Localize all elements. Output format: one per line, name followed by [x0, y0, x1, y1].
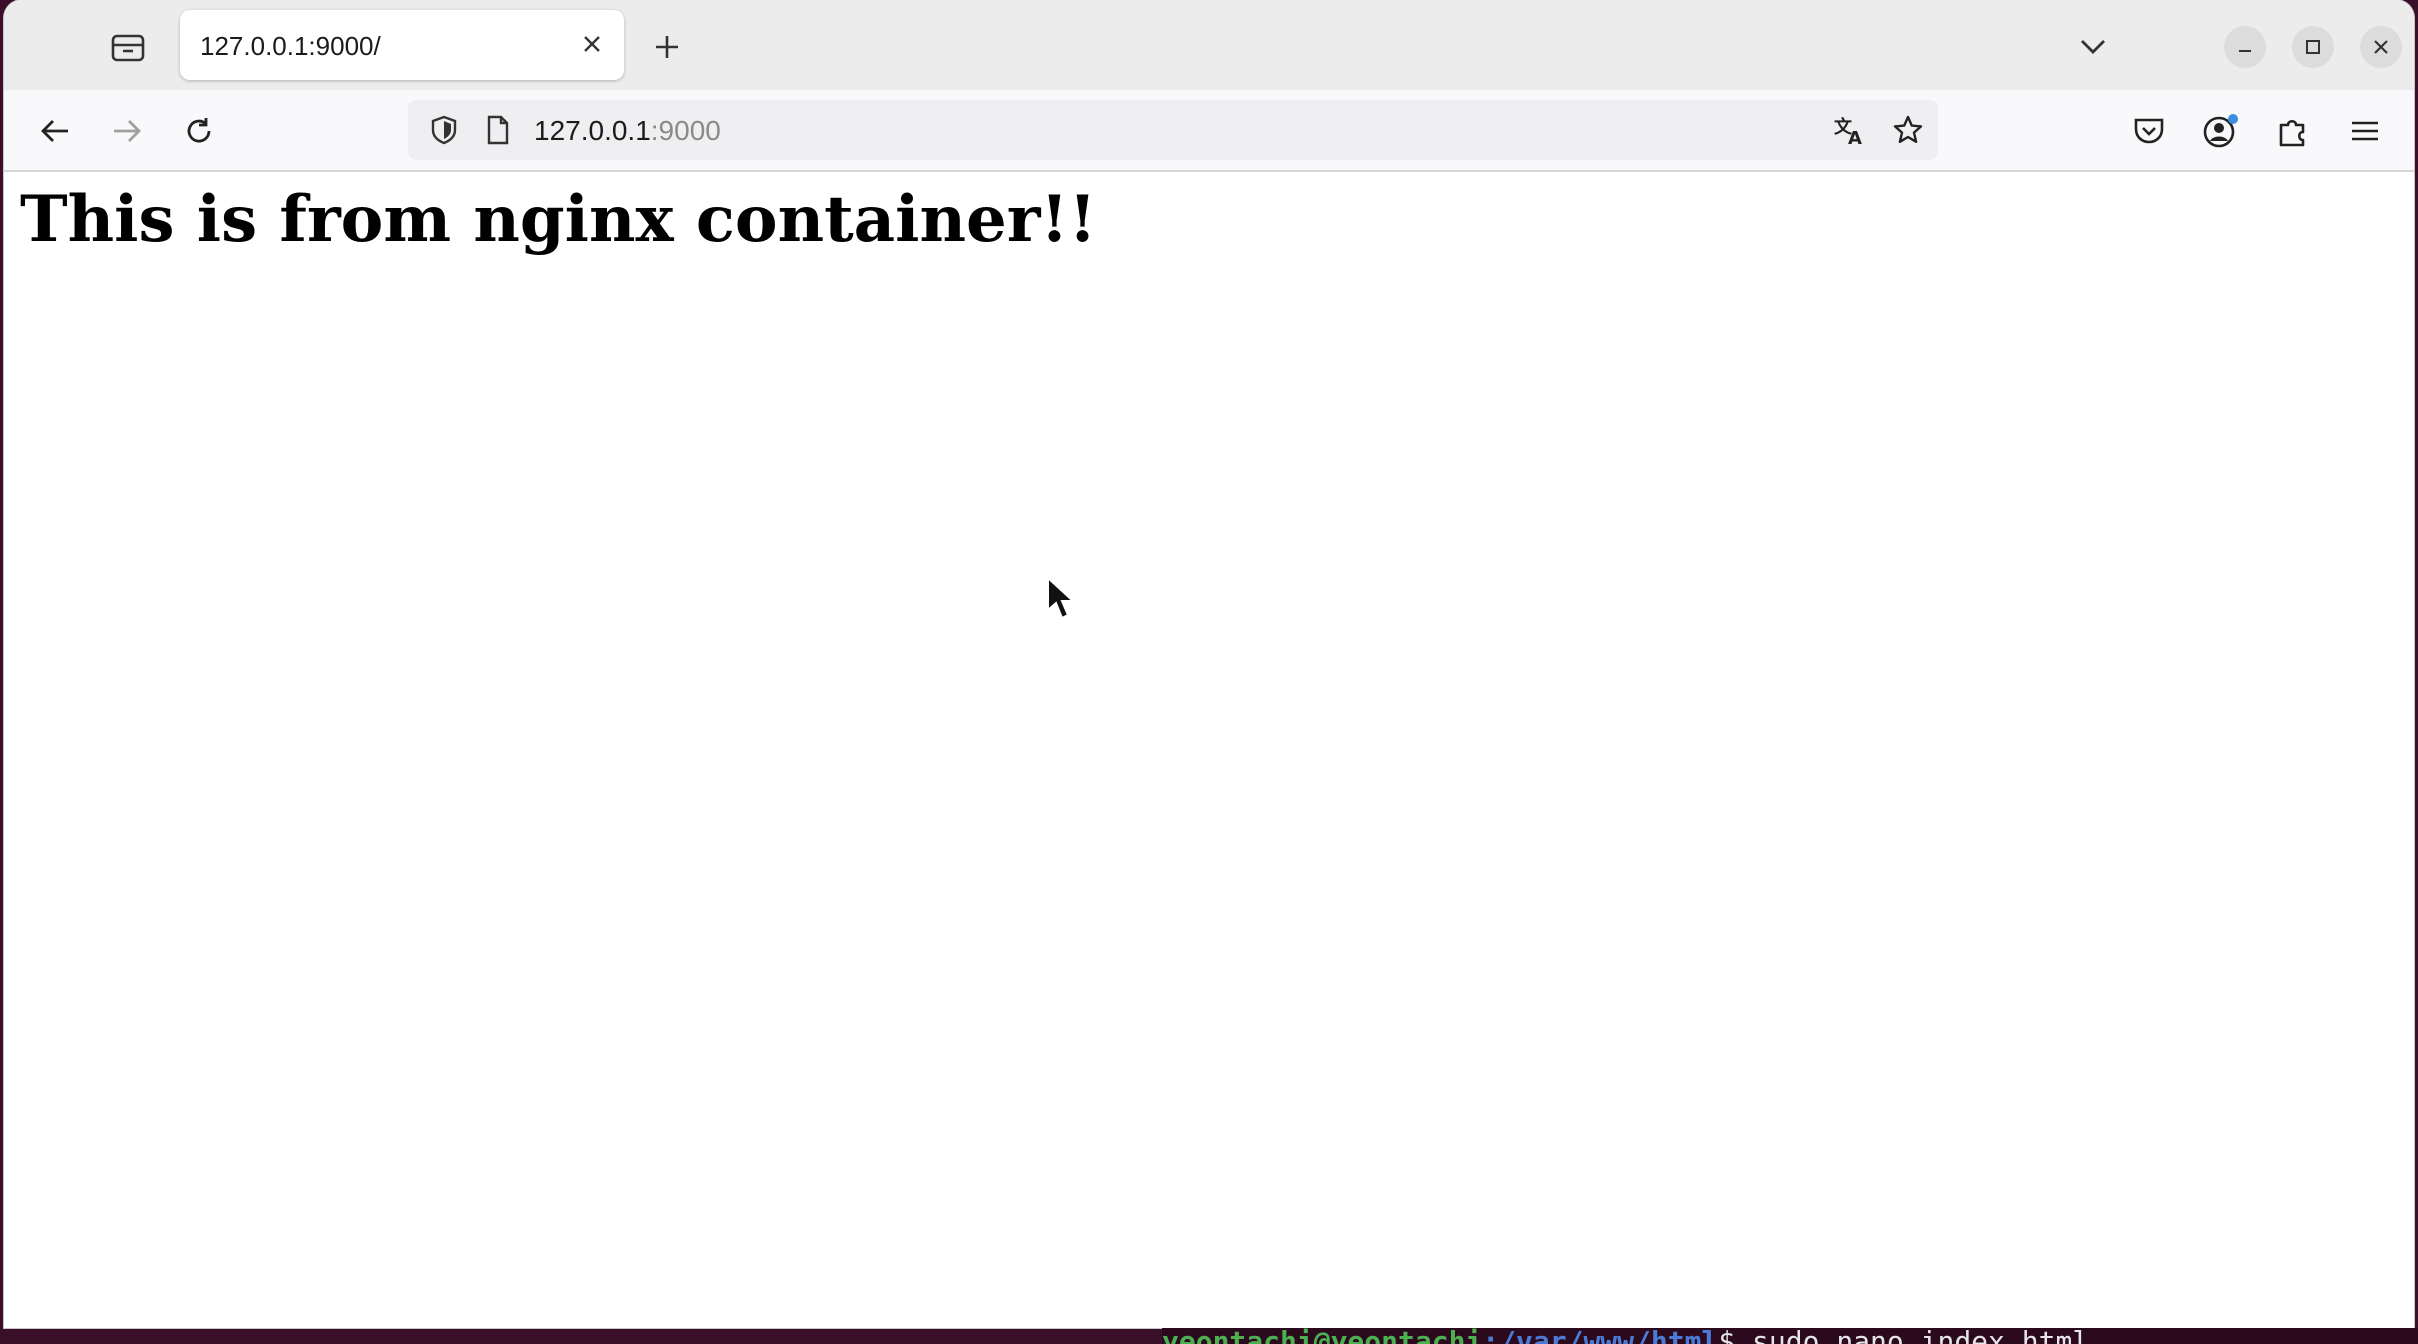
pocket-button[interactable] — [2124, 106, 2174, 156]
shield-icon — [430, 115, 458, 145]
back-button[interactable] — [30, 106, 80, 156]
mouse-cursor — [1046, 576, 1076, 622]
list-all-tabs-button[interactable] — [2070, 24, 2116, 70]
close-icon — [2373, 39, 2389, 55]
star-icon — [1892, 114, 1924, 146]
tab-list-icon — [111, 33, 145, 63]
reload-icon — [184, 116, 214, 146]
reload-button[interactable] — [174, 106, 224, 156]
account-icon — [2202, 113, 2240, 149]
minimize-icon — [2237, 39, 2253, 55]
bookmark-button[interactable] — [1890, 112, 1926, 148]
extensions-button[interactable] — [2268, 106, 2318, 156]
puzzle-icon — [2277, 115, 2309, 147]
terminal-path: :/var/www/html — [1482, 1328, 1718, 1344]
maximize-icon — [2305, 39, 2321, 55]
close-icon — [582, 34, 602, 54]
url-port: :9000 — [650, 115, 721, 146]
tab-title: 127.0.0.1:9000/ — [200, 31, 381, 61]
svg-text:A: A — [1848, 128, 1862, 146]
terminal-command: $ sudo nano index.html — [1718, 1328, 2089, 1344]
url-text: 127.0.0.1:9000 — [534, 115, 721, 147]
arrow-left-icon — [40, 118, 70, 144]
new-tab-button[interactable] — [644, 24, 690, 70]
pocket-icon — [2133, 117, 2165, 145]
maximize-button[interactable] — [2292, 26, 2334, 68]
page-content: This is from nginx container!! — [4, 172, 2414, 1328]
chevron-down-icon — [2079, 38, 2107, 56]
url-host: 127.0.0.1 — [534, 115, 651, 146]
translate-button[interactable]: 文 A — [1832, 112, 1868, 148]
arrow-right-icon — [112, 118, 142, 144]
terminal-window-edge: yeontachi@yeontachi:/var/www/html$ sudo … — [1162, 1328, 2418, 1344]
forward-button[interactable] — [102, 106, 152, 156]
translate-icon: 文 A — [1833, 114, 1867, 146]
account-button[interactable] — [2196, 106, 2246, 156]
minimize-button[interactable] — [2224, 26, 2266, 68]
tab-list-button[interactable] — [100, 24, 156, 72]
navigation-toolbar: 127.0.0.1:9000 文 A — [4, 90, 2414, 172]
address-bar[interactable]: 127.0.0.1:9000 文 A — [408, 100, 1938, 160]
tab-strip: 127.0.0.1:9000/ — [4, 0, 2414, 90]
page-heading: This is from nginx container!! — [20, 182, 1097, 257]
close-window-button[interactable] — [2360, 26, 2402, 68]
tracking-protection-button[interactable] — [426, 112, 462, 148]
app-menu-button[interactable] — [2340, 106, 2390, 156]
close-tab-button[interactable] — [574, 26, 610, 62]
tab-active[interactable]: 127.0.0.1:9000/ — [180, 10, 624, 80]
browser-window: 127.0.0.1:9000/ 127.0.0.1:9000 文 A This … — [4, 0, 2414, 1328]
hamburger-icon — [2350, 119, 2380, 143]
plus-icon — [654, 34, 680, 60]
terminal-user: yeontachi@yeontachi — [1162, 1328, 1482, 1344]
page-icon — [486, 115, 510, 145]
site-info-button[interactable] — [480, 112, 516, 148]
